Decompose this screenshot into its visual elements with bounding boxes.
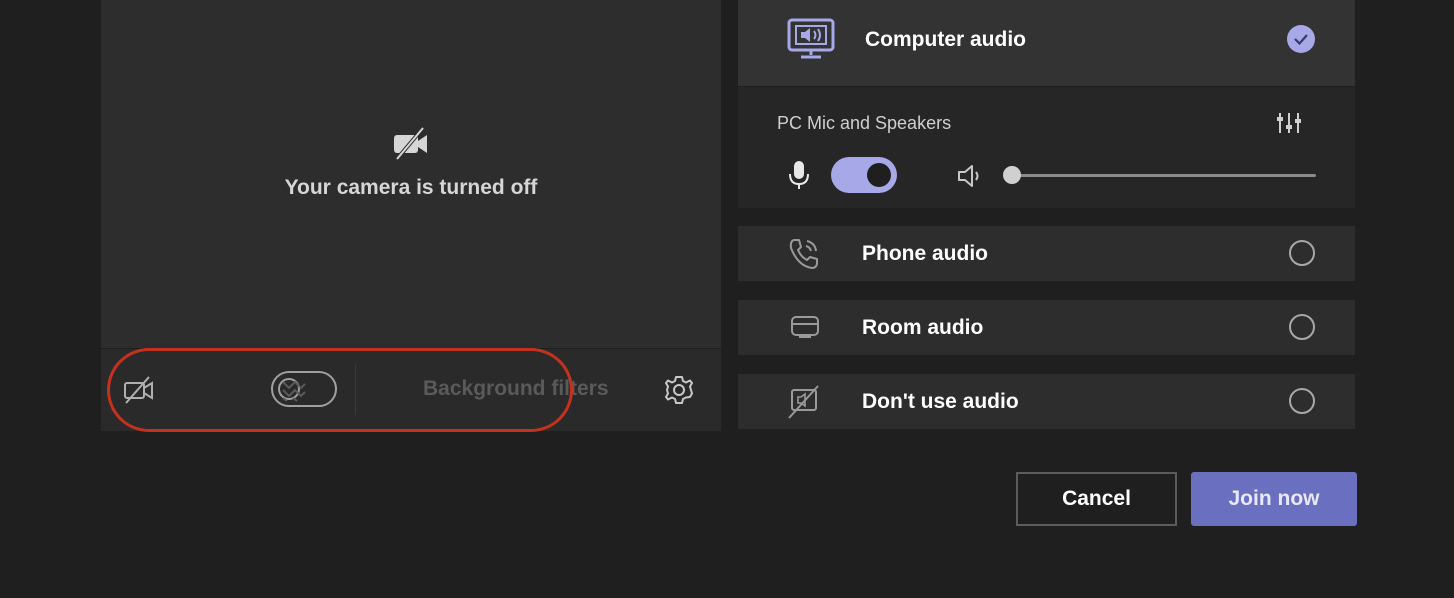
video-preview: Your camera is turned off [101, 0, 721, 348]
audio-option-label: Phone audio [862, 242, 988, 265]
join-now-button[interactable]: Join now [1191, 472, 1357, 526]
audio-option-room[interactable]: Room audio [738, 300, 1355, 355]
audio-option-label: Don't use audio [862, 390, 1019, 413]
device-settings: PC Mic and Speakers [738, 87, 1355, 208]
audio-option-phone[interactable]: Phone audio [738, 226, 1355, 281]
speaker-icon [956, 163, 986, 194]
microphone-icon [787, 159, 811, 196]
audio-option-computer[interactable]: Computer audio [738, 0, 1355, 86]
microphone-toggle[interactable] [831, 157, 897, 193]
monitor-speaker-icon [786, 17, 836, 66]
sliders-icon[interactable] [1275, 111, 1303, 140]
background-filters-button[interactable]: Background filters [423, 377, 609, 401]
background-filters-icon [281, 378, 307, 407]
radio-unchecked-icon[interactable] [1289, 314, 1315, 340]
radio-unchecked-icon[interactable] [1289, 388, 1315, 414]
radio-unchecked-icon[interactable] [1289, 240, 1315, 266]
radio-checked-icon[interactable] [1287, 25, 1315, 53]
volume-slider-thumb[interactable] [1003, 166, 1021, 184]
camera-off-icon[interactable] [123, 375, 155, 410]
video-toolbar: Background filters [101, 349, 721, 431]
phone-icon [786, 236, 822, 277]
toolbar-divider [355, 365, 356, 415]
camera-off-text: Your camera is turned off [284, 176, 538, 199]
gear-icon[interactable] [663, 374, 695, 411]
audio-option-label: Room audio [862, 316, 984, 339]
camera-off-placeholder: Your camera is turned off [101, 126, 721, 200]
cancel-button[interactable]: Cancel [1016, 472, 1177, 526]
camera-off-icon [394, 126, 427, 160]
audio-option-none[interactable]: Don't use audio [738, 374, 1355, 429]
audio-option-label: Computer audio [865, 28, 1026, 51]
no-audio-icon [786, 384, 822, 425]
room-device-icon [789, 315, 821, 346]
volume-slider-track[interactable] [1012, 174, 1316, 177]
device-label: PC Mic and Speakers [777, 113, 952, 133]
